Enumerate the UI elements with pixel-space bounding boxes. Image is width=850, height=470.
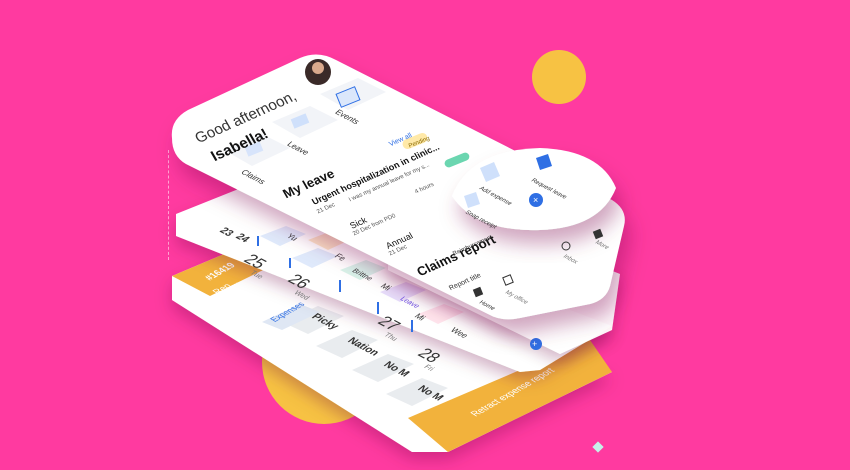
svg-text:×: × <box>533 195 538 205</box>
phone-home-layer: × <box>171 54 625 320</box>
